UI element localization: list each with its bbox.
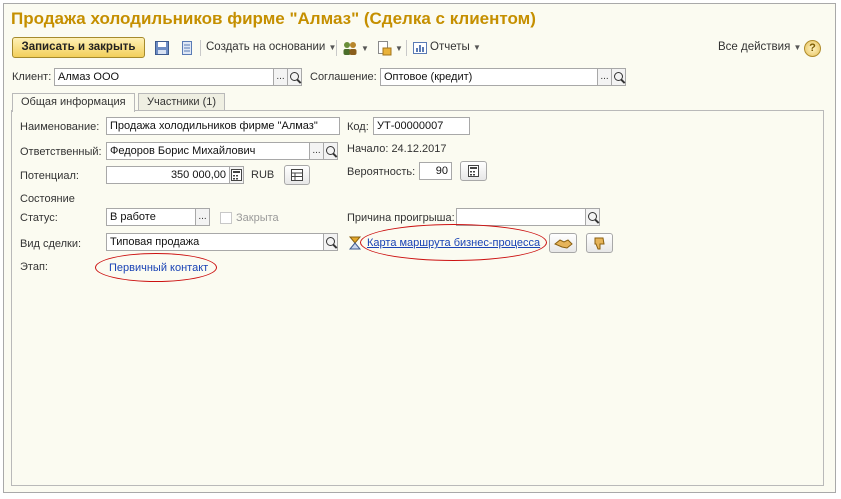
all-actions-menu[interactable]: Все действия ▼ xyxy=(718,41,801,53)
save-icon[interactable] xyxy=(154,40,170,56)
calculator-icon xyxy=(231,169,242,181)
closed-checkbox[interactable] xyxy=(220,212,232,224)
create-based-on-label: Создать на основании xyxy=(206,41,326,53)
agreement-field[interactable]: Оптовое (кредит) xyxy=(380,68,598,86)
search-icon xyxy=(588,212,597,221)
deal-type-label: Вид сделки: xyxy=(20,238,82,250)
status-select-button[interactable]: ... xyxy=(195,208,210,226)
agreement-label: Соглашение: xyxy=(310,71,377,83)
chevron-down-icon: ▼ xyxy=(793,43,802,52)
search-icon xyxy=(326,237,335,246)
client-label: Клиент: xyxy=(12,71,52,83)
probability-label: Вероятность: xyxy=(347,166,416,178)
reports-icon[interactable] xyxy=(412,40,428,56)
print-document-icon[interactable] xyxy=(376,40,392,56)
agreement-open-button[interactable] xyxy=(611,68,626,86)
reports-menu[interactable]: Отчеты ▼ xyxy=(430,41,481,53)
table-settings-icon xyxy=(291,169,303,181)
users-icon[interactable] xyxy=(342,40,358,56)
code-field[interactable]: УТ-00000007 xyxy=(373,117,470,135)
potential-field[interactable]: 350 000,00 xyxy=(106,166,230,184)
responsible-field[interactable]: Федоров Борис Михайлович xyxy=(106,142,310,160)
chevron-down-icon[interactable]: ▼ xyxy=(361,44,369,53)
save-and-close-button[interactable]: Записать и закрыть xyxy=(12,37,145,58)
client-select-button[interactable]: ... xyxy=(273,68,288,86)
currency-settings-button[interactable] xyxy=(284,165,310,185)
chevron-down-icon[interactable]: ▼ xyxy=(395,44,403,53)
toolbar-separator xyxy=(200,40,201,56)
document-list-icon[interactable] xyxy=(179,40,195,56)
page-title: Продажа холодильников фирме "Алмаз" (Сде… xyxy=(11,9,536,28)
agreement-select-button[interactable]: ... xyxy=(597,68,612,86)
client-field[interactable]: Алмаз ООО xyxy=(54,68,274,86)
responsible-select-button[interactable]: ... xyxy=(309,142,324,160)
responsible-label: Ответственный: xyxy=(20,146,102,158)
search-icon xyxy=(614,72,623,81)
deal-type-field[interactable]: Типовая продажа xyxy=(106,233,324,251)
state-section-title: Состояние xyxy=(20,193,75,205)
probability-calc-button[interactable] xyxy=(460,161,487,181)
status-field[interactable]: В работе xyxy=(106,208,196,226)
approve-button[interactable] xyxy=(549,233,577,253)
code-label: Код: xyxy=(347,121,369,133)
calculator-icon xyxy=(468,165,479,177)
highlight-ellipse-stage xyxy=(95,253,217,282)
loss-reason-field[interactable] xyxy=(456,208,586,226)
toolbar-separator xyxy=(336,40,337,56)
tab-participants[interactable]: Участники (1) xyxy=(138,93,226,111)
reports-label: Отчеты xyxy=(430,41,470,53)
chevron-down-icon: ▼ xyxy=(472,43,481,52)
closed-label: Закрыта xyxy=(236,212,279,224)
thumbs-down-icon xyxy=(594,237,605,250)
search-icon xyxy=(326,146,335,155)
status-label: Статус: xyxy=(20,212,58,224)
help-button[interactable]: ? xyxy=(804,40,821,57)
stage-label: Этап: xyxy=(20,261,48,273)
reject-button[interactable] xyxy=(586,233,613,253)
handshake-icon xyxy=(554,239,573,249)
loss-reason-label: Причина проигрыша: xyxy=(347,212,455,224)
highlight-ellipse-process-map xyxy=(360,224,547,261)
deal-type-open-button[interactable] xyxy=(323,233,338,251)
tab-general-info[interactable]: Общая информация xyxy=(12,93,135,112)
client-open-button[interactable] xyxy=(287,68,302,86)
name-label: Наименование: xyxy=(20,121,100,133)
search-icon xyxy=(290,72,299,81)
all-actions-label: Все действия xyxy=(718,41,791,53)
responsible-open-button[interactable] xyxy=(323,142,338,160)
calculator-button[interactable] xyxy=(229,166,244,184)
currency-text: RUB xyxy=(251,169,275,181)
potential-label: Потенциал: xyxy=(20,170,79,182)
toolbar-separator xyxy=(406,40,407,56)
create-based-on-menu[interactable]: Создать на основании ▼ xyxy=(206,41,336,53)
probability-field[interactable]: 90 xyxy=(419,162,452,180)
loss-reason-open-button[interactable] xyxy=(585,208,600,226)
name-field[interactable]: Продажа холодильников фирме "Алмаз" xyxy=(106,117,340,135)
start-date-text: Начало: 24.12.2017 xyxy=(347,143,447,155)
